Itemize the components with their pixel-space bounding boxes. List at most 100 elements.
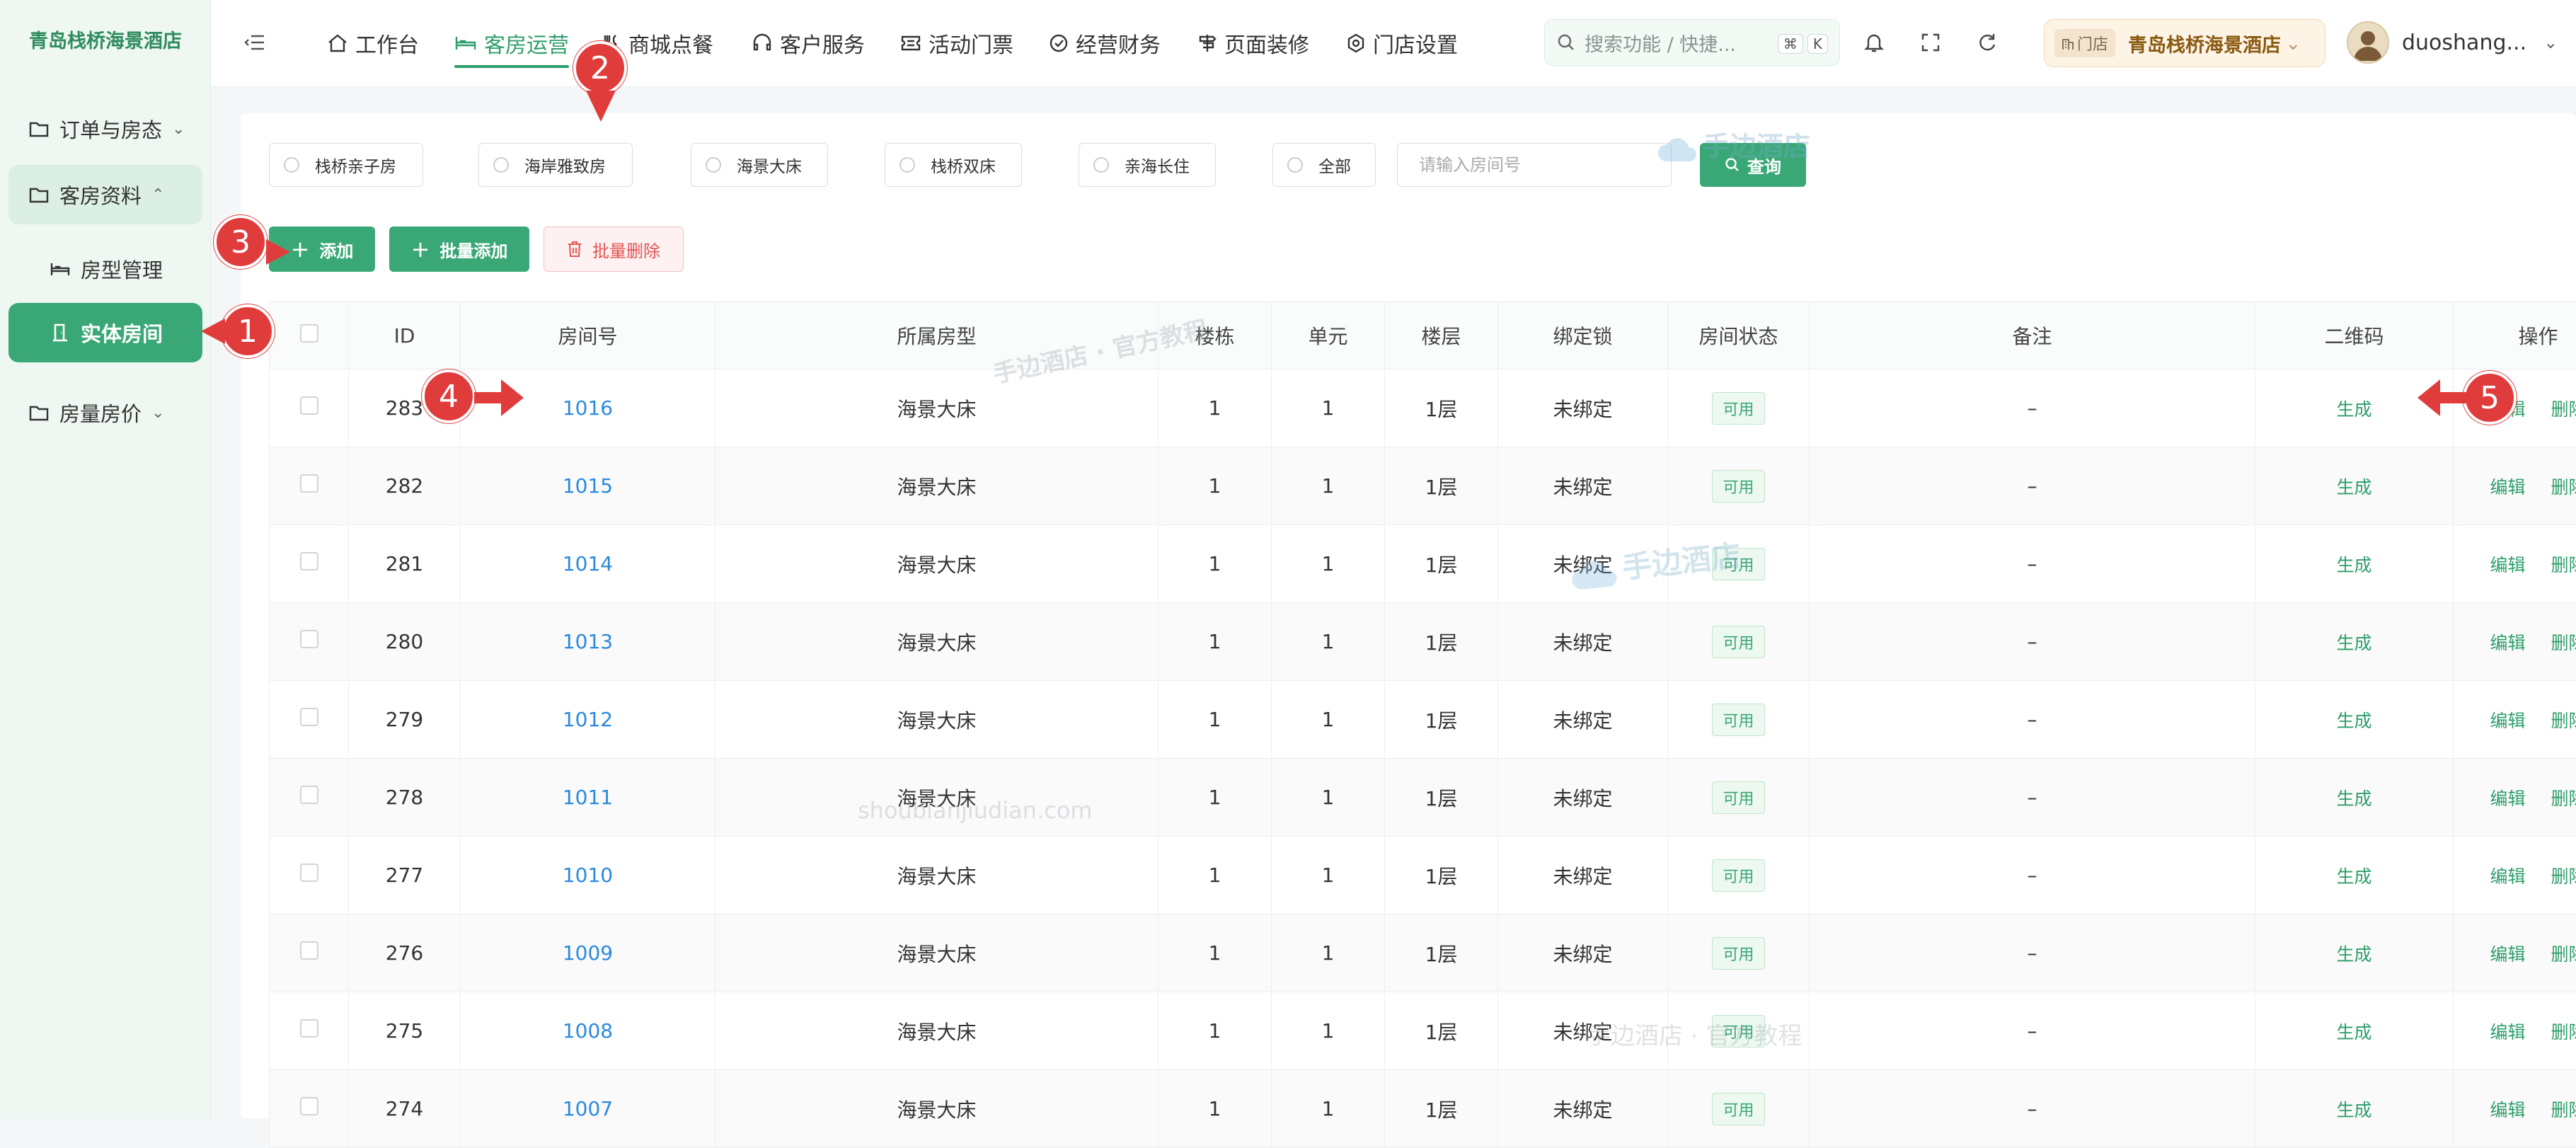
row-checkbox[interactable]	[300, 396, 318, 415]
cell: 1	[1158, 369, 1272, 447]
edit-link[interactable]: 编辑	[2490, 711, 2525, 731]
room-number-link[interactable]: 1007	[563, 1097, 613, 1120]
delete-link[interactable]: 删除	[2551, 1022, 2576, 1043]
room-number-link[interactable]: 1009	[563, 941, 613, 965]
filter-room-type-4[interactable]: 亲海长住	[1079, 143, 1216, 187]
delete-link[interactable]: 删除	[2551, 866, 2576, 887]
tab-tickets[interactable]: 活动门票	[900, 0, 1013, 86]
generate-qr-link[interactable]: 生成	[2336, 1100, 2371, 1120]
filter-room-type-0[interactable]: 栈桥亲子房	[269, 143, 423, 187]
room-number-link[interactable]: 1015	[563, 474, 613, 498]
select-all-checkbox[interactable]	[300, 324, 318, 343]
cell-lock: 未绑定	[1553, 1021, 1612, 1044]
generate-qr-link[interactable]: 生成	[2336, 788, 2371, 809]
sidebar-item-pricing[interactable]: 房量房价 ⌄	[8, 383, 202, 442]
row-checkbox[interactable]	[300, 786, 318, 804]
generate-qr-link[interactable]: 生成	[2336, 555, 2371, 575]
row-select-cell[interactable]	[270, 525, 349, 603]
row-checkbox[interactable]	[300, 552, 318, 570]
delete-link[interactable]: 删除	[2551, 399, 2576, 420]
tab-decoration[interactable]: 页面装修	[1197, 0, 1309, 86]
batch-delete-button[interactable]: 批量删除	[544, 226, 684, 272]
batch-add-button[interactable]: +批量添加	[389, 226, 529, 272]
row-select-cell[interactable]	[270, 447, 349, 525]
user-menu[interactable]: duoshang... ⌄	[2347, 19, 2558, 66]
generate-qr-link[interactable]: 生成	[2336, 1022, 2371, 1043]
filter-room-type-2[interactable]: 海景大床	[691, 143, 828, 187]
row-checkbox[interactable]	[300, 630, 318, 648]
row-select-cell[interactable]	[270, 914, 349, 992]
generate-qr-link[interactable]: 生成	[2336, 477, 2371, 498]
store-selector[interactable]: 门店 青岛栈桥海景酒店 ⌄	[2044, 19, 2325, 67]
filter-room-type-3[interactable]: 栈桥双床	[885, 143, 1022, 187]
room-number-link[interactable]: 1011	[563, 786, 613, 809]
delete-link[interactable]: 删除	[2551, 944, 2576, 965]
sidebar-item-room-data[interactable]: 客房资料 ⌃	[8, 165, 202, 224]
generate-qr-link[interactable]: 生成	[2336, 944, 2371, 965]
generate-qr-link[interactable]: 生成	[2336, 633, 2371, 653]
edit-link[interactable]: 编辑	[2490, 555, 2525, 575]
filter-label: 栈桥双床	[931, 153, 996, 177]
edit-link[interactable]: 编辑	[2490, 866, 2525, 887]
row-checkbox[interactable]	[300, 708, 318, 726]
bell-icon[interactable]	[1860, 28, 1888, 57]
delete-link[interactable]: 删除	[2551, 711, 2576, 731]
tab-finance[interactable]: 经营财务	[1049, 0, 1161, 86]
query-button[interactable]: 查询	[1700, 143, 1806, 187]
row-select-cell[interactable]	[270, 603, 349, 681]
select-all-cell[interactable]	[270, 302, 349, 369]
sidebar-item-room-types[interactable]: 房型管理	[8, 239, 202, 299]
edit-link[interactable]: 编辑	[2490, 1022, 2525, 1043]
edit-link[interactable]: 编辑	[2490, 1100, 2525, 1120]
tab-customer-service[interactable]: 客户服务	[752, 0, 865, 86]
room-number-link[interactable]: 1008	[563, 1019, 613, 1043]
sidebar-item-orders[interactable]: 订单与房态 ⌄	[8, 99, 202, 159]
room-number-link[interactable]: 1016	[563, 396, 613, 420]
row-checkbox[interactable]	[300, 1097, 318, 1115]
status-badge: 可用	[1712, 937, 1764, 970]
sidebar-item-label: 房型管理	[81, 254, 163, 284]
filter-room-type-1[interactable]: 海岸雅致房	[478, 143, 633, 187]
tab-workbench[interactable]: 工作台	[327, 0, 419, 86]
room-number-input[interactable]	[1397, 143, 1672, 187]
cell-lock: 未绑定	[1553, 398, 1612, 421]
row-select-cell[interactable]	[270, 369, 349, 447]
row-select-cell[interactable]	[270, 759, 349, 837]
edit-link[interactable]: 编辑	[2490, 633, 2525, 653]
delete-link[interactable]: 删除	[2551, 477, 2576, 498]
delete-link[interactable]: 删除	[2551, 788, 2576, 809]
sidebar-item-rooms[interactable]: 实体房间	[8, 303, 202, 362]
row-select-cell[interactable]	[270, 837, 349, 914]
row-checkbox[interactable]	[300, 941, 318, 960]
collapse-menu-icon[interactable]	[241, 28, 269, 57]
room-number-link[interactable]: 1012	[563, 708, 613, 731]
chevron-down-icon: ⌄	[151, 404, 164, 422]
tab-room-ops[interactable]: 客房运营	[454, 0, 569, 86]
cell: –	[1810, 681, 2255, 759]
cell: 可用	[1668, 447, 1810, 525]
room-number-link[interactable]: 1014	[563, 552, 613, 575]
generate-qr-link[interactable]: 生成	[2336, 866, 2371, 887]
generate-qr-link[interactable]: 生成	[2336, 711, 2371, 731]
edit-link[interactable]: 编辑	[2490, 944, 2525, 965]
generate-qr-link[interactable]: 生成	[2336, 399, 2371, 420]
room-number-link[interactable]: 1010	[563, 863, 613, 887]
filter-room-type-all[interactable]: 全部	[1272, 143, 1376, 187]
row-select-cell[interactable]	[270, 681, 349, 759]
row-select-cell[interactable]	[270, 992, 349, 1070]
room-number-link[interactable]: 1013	[563, 630, 613, 653]
fullscreen-icon[interactable]	[1916, 28, 1945, 57]
refresh-icon[interactable]	[1973, 28, 2001, 57]
delete-link[interactable]: 删除	[2551, 555, 2576, 575]
row-checkbox[interactable]	[300, 863, 318, 882]
delete-link[interactable]: 删除	[2551, 1100, 2576, 1120]
row-select-cell[interactable]	[270, 1070, 349, 1148]
edit-link[interactable]: 编辑	[2490, 788, 2525, 809]
edit-link[interactable]: 编辑	[2490, 477, 2525, 498]
status-badge: 可用	[1712, 626, 1764, 658]
delete-link[interactable]: 删除	[2551, 633, 2576, 653]
row-checkbox[interactable]	[300, 474, 318, 493]
tab-store-settings[interactable]: 门店设置	[1346, 0, 1458, 86]
global-search[interactable]: 搜索功能 / 快捷... ⌘K	[1544, 19, 1840, 66]
row-checkbox[interactable]	[300, 1019, 318, 1038]
